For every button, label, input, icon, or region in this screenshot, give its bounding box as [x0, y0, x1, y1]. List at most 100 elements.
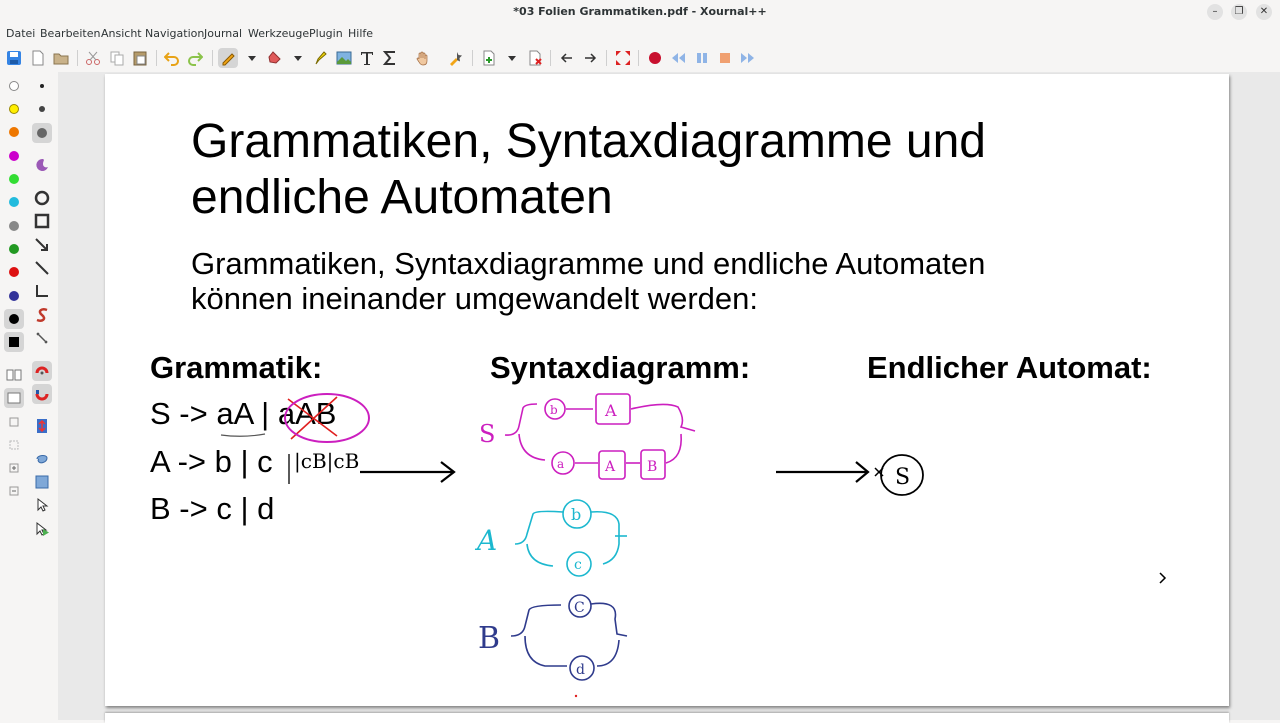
- arrow-icon[interactable]: [32, 235, 52, 255]
- diagram-node-B: B: [647, 459, 657, 475]
- pause-icon[interactable]: [692, 48, 712, 68]
- lasso-select-icon[interactable]: [32, 449, 52, 469]
- main-toolbar: [0, 44, 1280, 72]
- menu-ansicht[interactable]: Ansicht: [101, 27, 142, 40]
- fast-forward-icon[interactable]: [738, 48, 758, 68]
- add-page-chevron-down-icon[interactable]: [502, 48, 522, 68]
- menu-hilfe[interactable]: Hilfe: [348, 27, 373, 40]
- rewind-icon[interactable]: [668, 48, 688, 68]
- two-page-layout-icon[interactable]: [4, 365, 24, 385]
- diagram-node-d: d: [576, 662, 585, 678]
- window-titlebar: *03 Folien Grammatiken.pdf - Xournal++ –…: [0, 0, 1280, 24]
- line-icon[interactable]: [32, 258, 52, 278]
- color-swatch[interactable]: [9, 197, 19, 207]
- pen-options-chevron-down-icon[interactable]: [242, 48, 262, 68]
- spline-icon[interactable]: [32, 305, 52, 325]
- diagram-node-b: b: [571, 505, 581, 524]
- color-swatch[interactable]: [9, 174, 19, 184]
- new-icon[interactable]: [28, 48, 48, 68]
- minimize-button[interactable]: –: [1207, 4, 1223, 20]
- coordinate-system-icon[interactable]: [32, 281, 52, 301]
- syntax-diagram-a: A b c: [474, 499, 627, 577]
- open-icon[interactable]: [51, 48, 71, 68]
- menu-bearbeiten[interactable]: Bearbeiten: [40, 27, 100, 40]
- handwritten-annotations: |cB|cB S b A a A B A b c B C d S: [220, 393, 924, 698]
- fullscreen-icon[interactable]: [613, 48, 633, 68]
- add-page-icon[interactable]: [479, 48, 499, 68]
- eraser-icon[interactable]: [265, 48, 285, 68]
- medium-width-icon[interactable]: [32, 99, 52, 119]
- menu-navigation[interactable]: Navigation: [145, 27, 204, 40]
- color-swatch[interactable]: [9, 221, 19, 231]
- save-icon[interactable]: [4, 48, 24, 68]
- select-icon[interactable]: [446, 48, 466, 68]
- eraser-options-chevron-down-icon[interactable]: [288, 48, 308, 68]
- circle-stroke: [284, 393, 370, 443]
- diagram-label-b: B: [478, 621, 500, 656]
- pen-icon[interactable]: [218, 48, 238, 68]
- redo-icon[interactable]: [185, 48, 205, 68]
- menu-journal[interactable]: Journal: [204, 27, 242, 40]
- color-swatch[interactable]: [9, 151, 19, 161]
- window-title: *03 Folien Grammatiken.pdf - Xournal++: [513, 5, 767, 18]
- automaton-state-label: S: [895, 465, 910, 490]
- tool-sidebar: [0, 72, 58, 720]
- zoom-area-icon[interactable]: [4, 435, 24, 455]
- delete-page-icon[interactable]: [525, 48, 545, 68]
- highlighter-icon[interactable]: [310, 48, 330, 68]
- underline-stroke: [220, 433, 266, 437]
- syntax-diagram-b: B C d: [478, 594, 628, 681]
- undo-icon[interactable]: [162, 48, 182, 68]
- magnet-grid-icon[interactable]: [32, 361, 52, 381]
- close-button[interactable]: ✕: [1256, 4, 1272, 20]
- color-swatch[interactable]: [9, 291, 19, 301]
- color-swatch[interactable]: [9, 104, 19, 114]
- ink-dot: [574, 694, 578, 698]
- arrow-stroke: [360, 461, 456, 483]
- copy-icon[interactable]: [107, 48, 127, 68]
- paste-icon[interactable]: [130, 48, 150, 68]
- rectangle-icon[interactable]: [32, 211, 52, 231]
- ellipse-icon[interactable]: [32, 188, 52, 208]
- single-page-layout-icon[interactable]: [4, 388, 24, 408]
- rect-select-icon[interactable]: [32, 472, 52, 492]
- object-select-icon[interactable]: [32, 495, 52, 515]
- cut-icon[interactable]: [83, 48, 103, 68]
- latex-icon[interactable]: [380, 48, 400, 68]
- vertical-space-icon[interactable]: [32, 416, 52, 436]
- color-swatch[interactable]: [9, 127, 19, 137]
- syntax-diagram-s: S b A a A B: [479, 393, 696, 480]
- next-page-icon[interactable]: [580, 48, 600, 68]
- diagram-node-C: C: [574, 600, 585, 616]
- menu-werkzeuge[interactable]: Werkzeuge: [248, 27, 309, 40]
- zoom-fit-icon[interactable]: [4, 412, 24, 432]
- play-object-icon[interactable]: [32, 519, 52, 539]
- menu-plugin[interactable]: Plugin: [309, 27, 343, 40]
- menu-datei[interactable]: Datei: [6, 27, 35, 40]
- color-swatch[interactable]: [9, 244, 19, 254]
- record-icon[interactable]: [645, 48, 665, 68]
- image-icon[interactable]: [334, 48, 354, 68]
- diagram-node-A: A: [604, 401, 617, 420]
- color-swatch[interactable]: [9, 81, 19, 91]
- slide-page[interactable]: Grammatiken, Syntaxdiagramme und endlich…: [105, 74, 1229, 706]
- shape-fill-icon[interactable]: [32, 155, 52, 175]
- thick-width-icon[interactable]: [32, 123, 52, 143]
- handwriting-rule-a-addition: |cB|cB: [294, 449, 359, 474]
- zoom-in-icon[interactable]: [4, 458, 24, 478]
- next-page-edge: [105, 713, 1229, 723]
- color-swatch[interactable]: [9, 267, 19, 277]
- previous-page-icon[interactable]: [557, 48, 577, 68]
- diagram-node-c: c: [574, 557, 582, 573]
- zoom-out-icon[interactable]: [4, 481, 24, 501]
- color-swatch-black[interactable]: [4, 309, 24, 329]
- magnet-snap-icon[interactable]: [32, 384, 52, 404]
- stop-icon[interactable]: [715, 48, 735, 68]
- diagram-label-a: A: [474, 524, 497, 557]
- hand-icon[interactable]: [413, 48, 433, 68]
- fill-black-icon[interactable]: [4, 332, 24, 352]
- thin-width-icon[interactable]: [32, 76, 52, 96]
- maximize-button[interactable]: ❐: [1231, 4, 1247, 20]
- ruler-icon[interactable]: [32, 328, 52, 348]
- text-icon[interactable]: [357, 48, 377, 68]
